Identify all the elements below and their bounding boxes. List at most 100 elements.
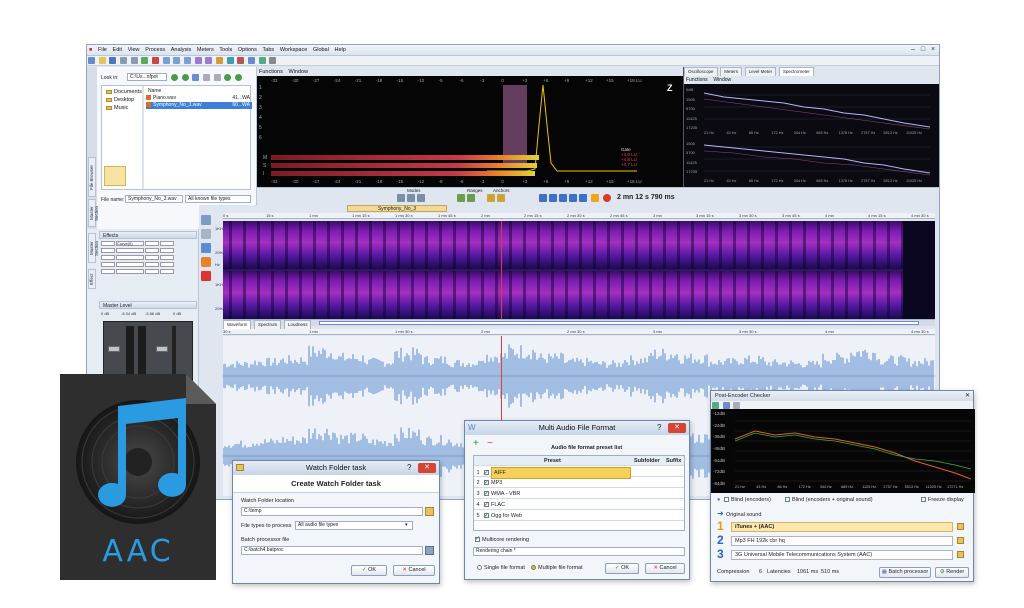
- up-folder-icon[interactable]: [192, 74, 200, 81]
- mode-select-icon[interactable]: [397, 194, 405, 202]
- save-icon[interactable]: [109, 57, 117, 64]
- copy-icon[interactable]: [173, 57, 181, 64]
- rewind-icon[interactable]: [549, 194, 557, 202]
- menu-tools[interactable]: Tools: [217, 45, 234, 56]
- play-region-icon[interactable]: [201, 243, 211, 253]
- zoom-out-icon[interactable]: [205, 57, 213, 64]
- menu-help[interactable]: Help: [333, 45, 348, 56]
- menu-global[interactable]: Global: [311, 45, 331, 56]
- encoder-settings-icon[interactable]: [957, 523, 964, 530]
- anchor-next-icon[interactable]: [497, 194, 505, 202]
- plugin-icon[interactable]: [201, 271, 211, 281]
- rendering-chain-field[interactable]: Rendering chain *: [473, 547, 685, 556]
- new-file-icon[interactable]: [88, 57, 95, 64]
- fast-forward-icon[interactable]: [559, 194, 567, 202]
- multicore-checkbox[interactable]: Multicore rendering: [473, 535, 529, 543]
- preset-row[interactable]: 2MP3: [474, 478, 684, 488]
- close-dialog-button[interactable]: ✕: [668, 423, 686, 433]
- record-button-icon[interactable]: [603, 194, 611, 202]
- cancel-button[interactable]: ✕ Cancel: [645, 563, 685, 574]
- freeze-checkbox[interactable]: Freeze display: [919, 497, 964, 503]
- settings-icon[interactable]: [733, 402, 741, 409]
- ok-button[interactable]: ✓ OK: [605, 563, 639, 574]
- preset-row[interactable]: 3WMA - VBR: [474, 489, 684, 499]
- menu-view[interactable]: View: [126, 45, 142, 56]
- close-icon[interactable]: ✕: [965, 392, 970, 399]
- home-icon[interactable]: [235, 74, 243, 81]
- check-icon[interactable]: [712, 402, 719, 409]
- undo-icon[interactable]: [120, 57, 128, 64]
- range-set-icon[interactable]: [467, 194, 475, 202]
- file-types-select[interactable]: All audio file types: [295, 521, 413, 530]
- view-icon[interactable]: [203, 74, 211, 81]
- encoder-settings-icon[interactable]: [957, 551, 964, 558]
- chevron-down-icon[interactable]: ▾: [405, 522, 408, 528]
- splitter[interactable]: [142, 86, 144, 189]
- fade-icon[interactable]: [237, 57, 245, 64]
- tab-file-browser[interactable]: File Browser: [88, 157, 96, 197]
- preset-checkbox[interactable]: [484, 489, 489, 499]
- graph-icon[interactable]: [722, 402, 730, 409]
- time-ruler-waveform[interactable]: 30 s 1 mn 1 mn 30 s 2 mn 2 mn 30 s 3 mn 3 mn 3…: [223, 329, 935, 335]
- encoder-item-2[interactable]: 2 Mp3 FH 192k cbr hq: [717, 533, 969, 547]
- browse-folder-icon[interactable]: [425, 507, 434, 516]
- paste-icon[interactable]: [184, 57, 192, 64]
- time-ruler-top[interactable]: 0 s 15 s 1 mn 1 mn 15 s 1 mn 30 s 1 mn 45 s 2 …: [223, 213, 935, 219]
- horizontal-scrollbar[interactable]: [319, 321, 919, 325]
- redo-icon[interactable]: [130, 57, 138, 64]
- anchor-icon[interactable]: [487, 194, 495, 202]
- menu-edit[interactable]: Edit: [111, 45, 124, 56]
- go-start-icon[interactable]: [539, 194, 547, 202]
- tree-item-music[interactable]: Music: [106, 105, 128, 111]
- preset-row[interactable]: 1AIFF: [474, 467, 684, 479]
- batch-processor-button[interactable]: ▦ Batch processor: [879, 567, 931, 578]
- browse-file-icon[interactable]: [425, 546, 434, 555]
- back-icon[interactable]: [171, 74, 178, 81]
- menu-window[interactable]: Window: [287, 67, 311, 78]
- file-row[interactable]: Piano.wav 41...WA: [146, 95, 252, 102]
- effect-slot[interactable]: [101, 269, 195, 275]
- help-icon[interactable]: ?: [407, 463, 415, 473]
- effect-slot[interactable]: Curve(0): [101, 241, 195, 247]
- effect-slot[interactable]: [101, 262, 195, 268]
- ok-button[interactable]: ✓ OK: [351, 565, 387, 576]
- help-icon[interactable]: ?: [657, 423, 665, 433]
- play-icon[interactable]: [141, 57, 149, 64]
- single-format-radio[interactable]: Single file format: [475, 565, 525, 571]
- stop-icon[interactable]: [579, 194, 587, 202]
- remove-preset-icon[interactable]: −: [487, 439, 493, 449]
- preset-row[interactable]: 5Ogg for Web: [474, 511, 684, 521]
- encoder-item-1[interactable]: 1 iTunes + (AAC): [717, 519, 969, 533]
- tree-item-documents[interactable]: Documents: [106, 89, 142, 95]
- menu-functions[interactable]: Functions: [257, 67, 285, 78]
- multiple-format-radio[interactable]: Multiple file format: [529, 565, 583, 571]
- preset-checkbox[interactable]: [484, 478, 489, 488]
- render-button[interactable]: ⚙ Render: [935, 567, 969, 578]
- tab-master-section[interactable]: Master Section: [88, 199, 99, 227]
- mode-edit-icon[interactable]: [407, 194, 415, 202]
- file-type-select[interactable]: All known file types: [185, 195, 251, 203]
- settings-icon[interactable]: [269, 57, 277, 64]
- spectral-tool-icon[interactable]: [201, 229, 211, 239]
- location-field[interactable]: C:\temp: [241, 507, 423, 516]
- effect-slot[interactable]: [101, 255, 195, 261]
- maximize-button[interactable]: □: [919, 46, 927, 54]
- spectrogram-right-channel[interactable]: [223, 271, 903, 319]
- range-icon[interactable]: [457, 194, 465, 202]
- mode-draw-icon[interactable]: [417, 194, 425, 202]
- menu-tabs[interactable]: Tabs: [261, 45, 277, 56]
- add-preset-icon[interactable]: +: [473, 439, 479, 449]
- play-button-icon[interactable]: [591, 194, 599, 202]
- spectrogram-left-channel[interactable]: [223, 221, 903, 269]
- blind-orig-checkbox[interactable]: Blind (encoders + original sound): [783, 497, 873, 503]
- minimize-button[interactable]: –: [909, 46, 917, 54]
- rss-icon[interactable]: [201, 257, 211, 267]
- zoom-in-icon[interactable]: [194, 57, 202, 64]
- encoder-item-3[interactable]: 3 3G Universal Mobile Telecommunications…: [717, 547, 969, 561]
- batch-field[interactable]: C:\batch4.batproc: [241, 546, 423, 555]
- effects-icon[interactable]: [258, 57, 266, 64]
- master-level-header[interactable]: Master Level: [99, 301, 197, 309]
- list-icon[interactable]: [213, 74, 221, 81]
- menu-workspace[interactable]: Workspace: [278, 45, 309, 56]
- marker-icon[interactable]: [216, 57, 224, 64]
